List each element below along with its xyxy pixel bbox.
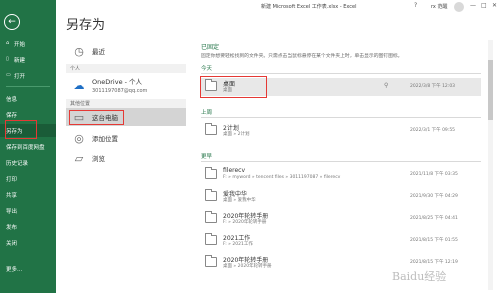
home-icon: ⌂	[6, 40, 10, 46]
title-bar: 新建 Microsoft Excel 工作表.xlsx - Excel rx 范…	[56, 0, 500, 14]
section-earlier: 更早	[201, 154, 213, 160]
new-icon: ▯	[6, 56, 9, 62]
folder-row[interactable]: filerecv F: » myword » tencent files » 3…	[201, 166, 481, 184]
scrollbar-thumb[interactable]	[488, 60, 493, 120]
sidebar-item-share[interactable]: 共享	[0, 188, 56, 201]
highlight-frame	[69, 110, 124, 125]
sidebar-item-save-to-baidu[interactable]: 保存到百度网盘	[0, 140, 56, 153]
globe-icon: ◎	[74, 131, 84, 145]
onedrive-account: 3011197087@qq.com	[92, 88, 148, 94]
close-icon[interactable]: ✕	[492, 2, 497, 9]
sidebar-item-print[interactable]: 打印	[0, 172, 56, 185]
folder-row[interactable]: 爱我中华 桌面 » 爱我中华 2021/9/30 下午 04:29	[201, 188, 481, 206]
minimize-icon[interactable]: —	[470, 2, 476, 9]
pinned-title: 已固定	[201, 44, 220, 51]
folder-icon	[205, 255, 217, 267]
sidebar-item-close[interactable]: 关闭	[0, 236, 56, 249]
pin-icon[interactable]: ⚲	[384, 82, 388, 89]
folder-icon	[205, 167, 217, 179]
section-divider	[201, 117, 481, 118]
excel-backstage: ← ⌂ 开始 ▯ 新建 ▭ 打开 信息 保存 另存为 保存到百度网盘 历史记录	[0, 0, 500, 293]
sidebar-item-export[interactable]: 导出	[0, 204, 56, 217]
back-button[interactable]: ←	[4, 14, 20, 30]
watermark: Baidu经验	[392, 270, 447, 283]
other-locations-heading: 其他位置	[66, 99, 186, 108]
location-recent[interactable]: ◷ 最近	[66, 44, 186, 58]
user-name[interactable]: rx 范醒	[431, 3, 447, 10]
avatar[interactable]	[454, 2, 464, 12]
folder-icon	[205, 233, 217, 245]
pinned-description: 固定你想要轻松找到的文件夹。只需点击当鼠标悬停在某个文件夹上时，单击显示的图钉图…	[201, 54, 403, 59]
page-title: 另存为	[66, 18, 106, 33]
cloud-icon: ☁	[73, 78, 85, 92]
sidebar-item-new[interactable]: ▯ 新建	[0, 53, 56, 66]
maximize-icon[interactable]: □	[481, 2, 487, 9]
folder-row[interactable]: 2021工作 F: » 2021工作 2021/8/15 下午 01:55	[201, 232, 481, 250]
folder-icon	[205, 211, 217, 223]
section-today: 今天	[201, 66, 213, 72]
sidebar-item-open[interactable]: ▭ 打开	[0, 69, 56, 82]
highlight-frame	[200, 76, 267, 98]
section-last-week: 上周	[201, 110, 213, 116]
scrollbar[interactable]	[488, 40, 493, 290]
folder-icon: ▱	[74, 151, 84, 165]
open-icon: ▭	[6, 72, 11, 78]
location-browse[interactable]: ▱ 浏览	[66, 150, 186, 166]
sidebar-item-info[interactable]: 信息	[0, 92, 56, 105]
sidebar-item-home[interactable]: ⌂ 开始	[0, 37, 56, 50]
folder-row[interactable]: 2020年轮转手册 F: » 2020年轮转手册 2021/8/25 下午 04…	[201, 210, 481, 228]
sidebar-item-more[interactable]: 更多...	[0, 262, 56, 275]
sidebar-divider	[6, 86, 50, 87]
section-divider	[201, 73, 481, 74]
backstage-sidebar: ← ⌂ 开始 ▯ 新建 ▭ 打开 信息 保存 另存为 保存到百度网盘 历史记录	[0, 0, 56, 293]
clock-icon: ◷	[74, 44, 84, 58]
location-onedrive[interactable]: ☁ OneDrive - 个人 3011197087@qq.com	[66, 75, 186, 95]
help-icon[interactable]: ?	[414, 2, 417, 9]
highlight-frame	[5, 120, 37, 139]
window-title: 新建 Microsoft Excel 工作表.xlsx - Excel	[261, 4, 357, 10]
location-add-place[interactable]: ◎ 添加位置	[66, 130, 186, 146]
folder-icon	[205, 123, 217, 135]
folder-icon	[205, 189, 217, 201]
personal-heading: 个人	[66, 64, 186, 73]
onedrive-label: OneDrive - 个人	[92, 78, 143, 86]
sidebar-item-publish[interactable]: 发布	[0, 220, 56, 233]
sidebar-item-history[interactable]: 历史记录	[0, 156, 56, 169]
folder-row[interactable]: 2计划 桌面 » 2计划 2022/3/1 下午 09:55	[201, 122, 481, 140]
section-divider	[201, 161, 481, 162]
